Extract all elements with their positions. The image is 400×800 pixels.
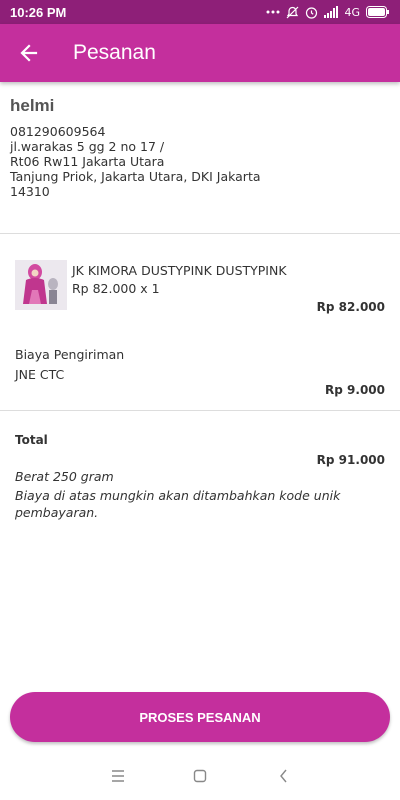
home-icon[interactable] <box>190 766 210 786</box>
network-type: 4G <box>344 5 360 19</box>
status-bar: 10:26 PM 4G <box>0 0 400 24</box>
app-bar: Pesanan <box>0 24 400 82</box>
shipping-address: helmi 081290609564 jl.warakas 5 gg 2 no … <box>10 96 390 199</box>
process-order-button[interactable]: PROSES PESANAN <box>10 692 390 742</box>
more-dots-icon <box>266 10 280 14</box>
shipping-label: Biaya Pengiriman <box>15 347 125 362</box>
divider <box>0 410 400 411</box>
address-rt-rw: Rt06 Rw11 Jakarta Utara <box>10 154 165 169</box>
payment-note: Biaya di atas mungkin akan ditambahkan k… <box>15 488 341 520</box>
recipient-phone: 081290609564 <box>10 124 106 139</box>
total-label: Total <box>15 433 48 447</box>
menu-icon[interactable] <box>108 766 128 786</box>
product-name: JK KIMORA DUSTYPINK DUSTYPINK <box>72 263 287 278</box>
shipping-courier: JNE CTC <box>15 367 65 382</box>
product-thumbnail <box>15 260 67 310</box>
address-postal: 14310 <box>10 184 50 199</box>
product-subtotal: Rp 82.000 <box>316 300 385 314</box>
order-summary: Total Rp 91.000 Berat 250 gram Biaya di … <box>15 433 385 521</box>
address-district: Tanjung Priok, Jakarta Utara, DKI Jakart… <box>10 169 261 184</box>
address-street: jl.warakas 5 gg 2 no 17 / <box>10 139 165 154</box>
divider <box>0 233 400 234</box>
status-time: 10:26 PM <box>10 4 67 20</box>
back-nav-icon[interactable] <box>274 766 294 786</box>
battery-icon <box>366 6 390 18</box>
signal-icon <box>324 6 339 18</box>
mute-icon <box>286 6 299 19</box>
order-item: JK KIMORA DUSTYPINK DUSTYPINK Rp 82.000 … <box>15 260 385 320</box>
status-icons: 4G <box>266 6 390 19</box>
shipping-cost: Rp 9.000 <box>325 383 385 397</box>
product-unit-price: Rp 82.000 x 1 <box>72 281 160 296</box>
system-nav-bar <box>0 752 400 800</box>
back-button[interactable] <box>0 24 58 82</box>
page-title: Pesanan <box>73 41 156 64</box>
recipient-name: helmi <box>10 96 55 115</box>
total-value: Rp 91.000 <box>316 453 385 467</box>
order-weight: Berat 250 gram <box>15 469 114 484</box>
alarm-icon <box>305 6 318 19</box>
arrow-back-icon <box>20 44 38 62</box>
shipping-cost-section: Biaya Pengiriman JNE CTC Rp 9.000 <box>15 347 385 402</box>
